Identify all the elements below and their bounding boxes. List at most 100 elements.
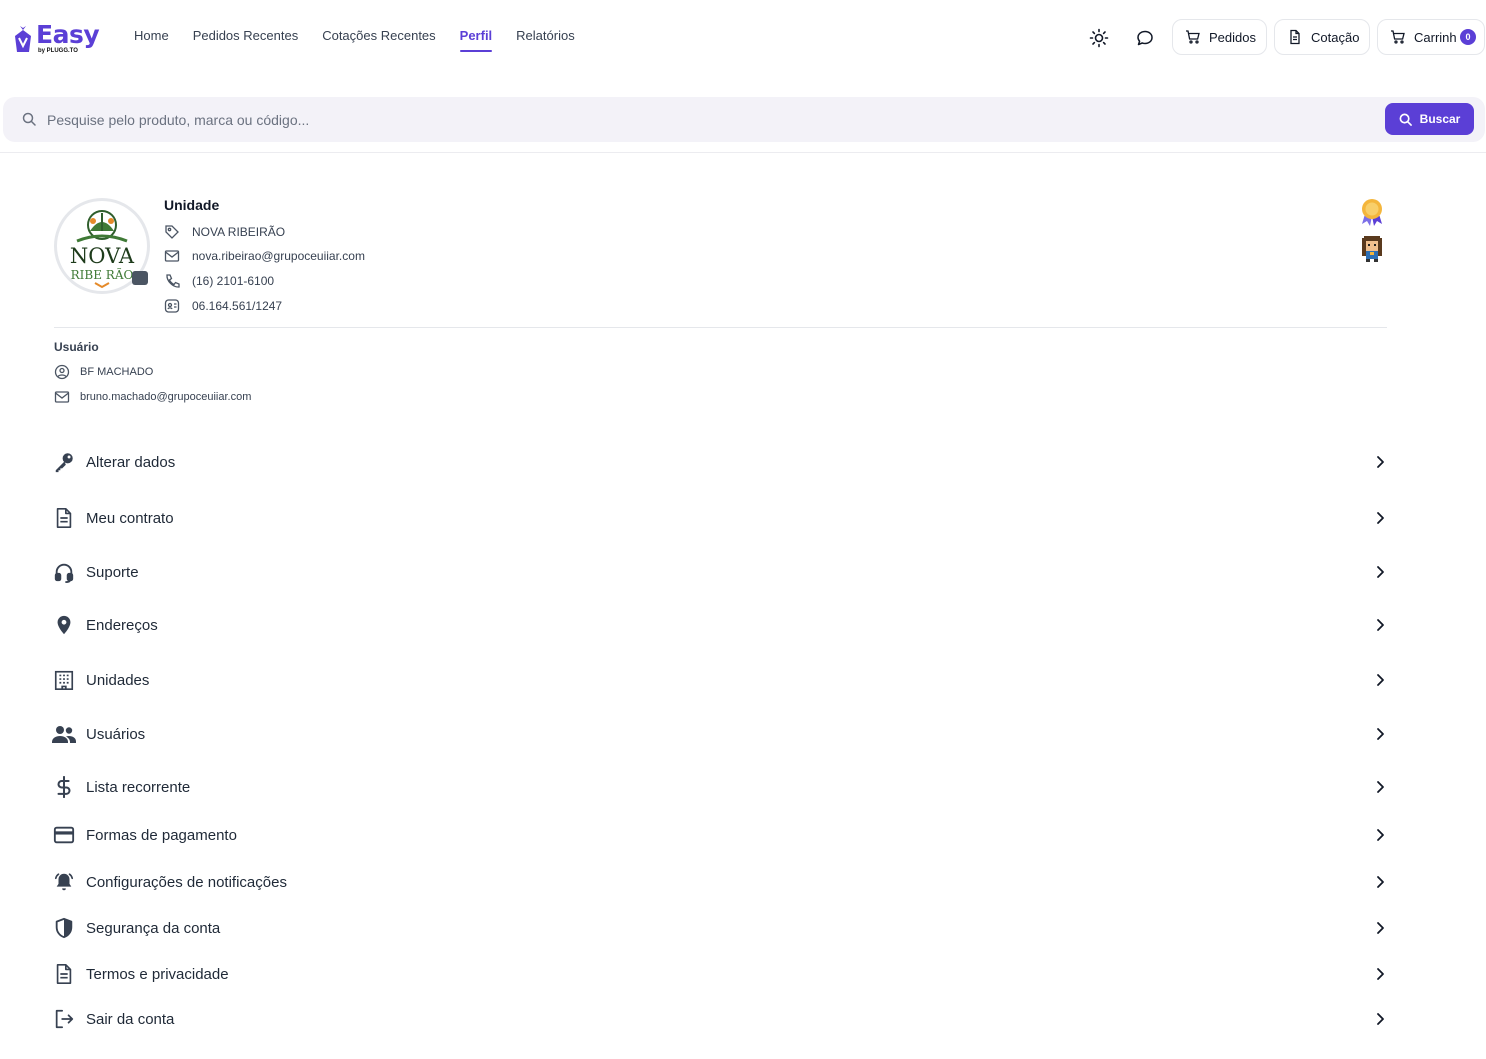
menu-seguranca-conta[interactable]: Segurança da conta [52, 908, 1388, 948]
cart-icon [1391, 30, 1405, 44]
carrinho-button[interactable]: Carrinho 0 [1377, 19, 1485, 55]
header-divider [0, 152, 1486, 153]
chevron-right-icon [1377, 829, 1384, 841]
cotacao-button[interactable]: Cotação [1274, 19, 1370, 55]
cart-icon [1186, 30, 1200, 44]
chevron-right-icon [1377, 968, 1384, 980]
chevron-right-icon [1377, 728, 1384, 740]
menu-formas-de-pagamento[interactable]: Formas de pagamento [52, 815, 1388, 855]
menu-suporte[interactable]: Suporte [52, 552, 1388, 592]
user-section-title: Usuário [54, 340, 99, 354]
mail-icon [54, 391, 70, 403]
search-icon [22, 112, 36, 126]
menu-enderecos[interactable]: Endereços [52, 605, 1388, 645]
menu-alterar-dados[interactable]: Alterar dados [52, 442, 1388, 482]
bell-icon [54, 873, 74, 891]
shield-icon [55, 917, 73, 939]
pedidos-button[interactable]: Pedidos [1172, 19, 1267, 55]
menu-meu-contrato[interactable]: Meu contrato [52, 498, 1388, 538]
avatar-edit-icon[interactable] [132, 271, 148, 285]
nav-cotacoes-recentes[interactable]: Cotações Recentes [322, 28, 435, 50]
unit-section-title: Unidade [164, 197, 220, 213]
credit-card-icon [53, 826, 75, 844]
search-button[interactable]: Buscar [1385, 103, 1474, 135]
document-icon [56, 964, 72, 984]
unit-email-row: nova.ribeirao@grupoceuiiar.com [164, 248, 365, 264]
unit-phone: (16) 2101-6100 [192, 274, 275, 288]
chevron-right-icon [1377, 781, 1384, 793]
cart-count-badge: 0 [1460, 29, 1476, 45]
tag-icon [165, 225, 179, 239]
headset-icon [54, 563, 74, 583]
search-input[interactable] [47, 109, 1367, 131]
menu-unidades[interactable]: Unidades [52, 660, 1388, 700]
unit-name-row: NOVA RIBEIRÃO [164, 224, 285, 240]
menu-termos-privacidade[interactable]: Termos e privacidade [52, 954, 1388, 994]
menu-usuarios[interactable]: Usuários [52, 714, 1388, 754]
menu-label: Sair da conta [86, 1010, 175, 1028]
nav-pedidos-recentes[interactable]: Pedidos Recentes [193, 28, 299, 50]
logo-mark-icon [15, 26, 31, 52]
chevron-right-icon [1377, 922, 1384, 934]
search-button-label: Buscar [1419, 112, 1461, 126]
brand-logo[interactable]: Easy by PLUGG.TO [12, 20, 100, 54]
character-avatar-icon[interactable] [1356, 232, 1388, 264]
sun-icon[interactable] [1089, 28, 1109, 48]
menu-label: Suporte [86, 563, 139, 581]
chevron-right-icon [1377, 876, 1384, 888]
menu-label: Unidades [86, 671, 150, 689]
document-icon [56, 508, 72, 528]
nav-home[interactable]: Home [134, 28, 169, 50]
menu-label: Termos e privacidade [86, 965, 229, 983]
chat-icon[interactable] [1135, 28, 1155, 48]
profile-divider [54, 327, 1387, 328]
search-bar: Buscar [3, 97, 1485, 142]
carrinho-label: Carrinho [1414, 29, 1456, 45]
menu-label: Segurança da conta [86, 919, 221, 937]
medal-badge-icon[interactable] [1356, 196, 1388, 228]
svg-text:RIBE RÃO: RIBE RÃO [71, 267, 134, 282]
brand-name: Easy [36, 20, 100, 49]
phone-icon [166, 274, 180, 288]
menu-label: Lista recorrente [86, 778, 191, 796]
nav-perfil[interactable]: Perfil [459, 28, 492, 52]
unit-document: 06.164.561/1247 [192, 299, 283, 313]
document-icon [1290, 29, 1300, 45]
building-icon [54, 670, 74, 690]
id-card-icon [164, 299, 180, 313]
chevron-right-icon [1377, 512, 1384, 524]
svg-text:NOVA: NOVA [70, 244, 135, 268]
logout-icon [55, 1009, 74, 1029]
menu-lista-recorrente[interactable]: Lista recorrente [52, 767, 1388, 807]
menu-label: Usuários [86, 725, 146, 743]
search-icon [1399, 113, 1412, 126]
unit-email: nova.ribeirao@grupoceuiiar.com [192, 249, 365, 263]
user-name: BF MACHADO [80, 366, 154, 378]
user-name-row: BF MACHADO [54, 364, 153, 380]
pedidos-label: Pedidos [1209, 29, 1256, 45]
menu-label: Configurações de notificações [86, 873, 287, 891]
top-header: Easy by PLUGG.TO Home Pedidos Recentes C… [0, 0, 1486, 76]
chevron-right-icon [1377, 456, 1384, 468]
mail-icon [164, 250, 180, 262]
menu-label: Formas de pagamento [86, 826, 237, 844]
main-nav: Home Pedidos Recentes Cotações Recentes … [134, 28, 599, 52]
menu-label: Meu contrato [86, 509, 174, 527]
unit-phone-row: (16) 2101-6100 [164, 273, 274, 289]
menu-label: Alterar dados [86, 453, 176, 471]
unit-document-row: 06.164.561/1247 [164, 298, 282, 314]
unit-name: NOVA RIBEIRÃO [192, 225, 286, 239]
menu-configuracoes-notificacoes[interactable]: Configurações de notificações [52, 862, 1388, 902]
menu-sair-da-conta[interactable]: Sair da conta [52, 999, 1388, 1039]
chevron-right-icon [1377, 619, 1384, 631]
users-icon [52, 726, 76, 743]
user-email: bruno.machado@grupoceuiiar.com [80, 391, 252, 403]
cotacao-label: Cotação [1311, 29, 1360, 45]
user-email-row: bruno.machado@grupoceuiiar.com [54, 389, 251, 405]
user-circle-icon [54, 364, 70, 380]
nav-relatorios[interactable]: Relatórios [516, 28, 575, 50]
chevron-right-icon [1377, 674, 1384, 686]
menu-label: Endereços [86, 616, 158, 634]
chevron-right-icon [1377, 1013, 1384, 1025]
brand-subtitle: by PLUGG.TO [38, 48, 78, 54]
